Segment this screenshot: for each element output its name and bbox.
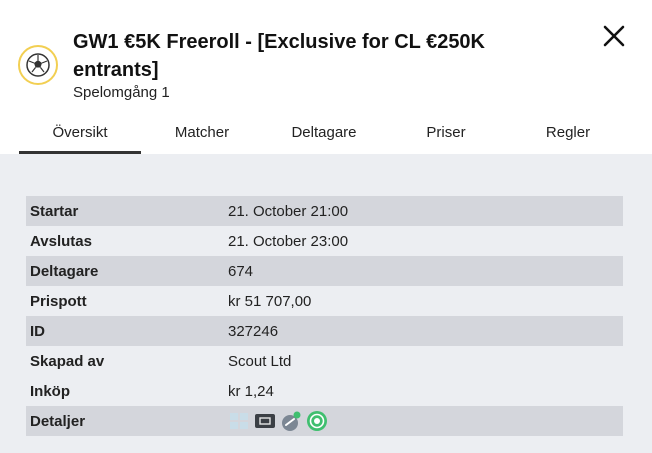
tab-deltagare[interactable]: Deltagare — [263, 118, 385, 154]
details-value: 21. October 23:00 — [228, 232, 349, 250]
tab-oversikt[interactable]: Översikt — [19, 118, 141, 154]
close-icon — [603, 25, 625, 47]
tab-bar: Översikt Matcher Deltagare Priser Regler — [19, 118, 630, 154]
details-value: 21. October 21:00 — [228, 202, 349, 220]
contest-header: GW1 €5K Freeroll - [Exclusive for CL €25… — [0, 0, 652, 154]
details-key: Inköp — [30, 382, 70, 400]
details-row-deltagare: Deltagare 674 — [26, 256, 623, 286]
close-button[interactable] — [600, 22, 628, 50]
details-key: Deltagare — [30, 262, 99, 280]
details-row-startar: Startar 21. October 21:00 — [26, 196, 623, 226]
page-title: GW1 €5K Freeroll - [Exclusive for CL €25… — [73, 31, 486, 81]
tab-priser[interactable]: Priser — [385, 118, 507, 154]
details-value: kr 1,24 — [228, 382, 274, 400]
details-table: Startar 21. October 21:00 Avslutas 21. O… — [26, 196, 623, 436]
grid-icon[interactable] — [228, 410, 250, 432]
details-row-skapad-av: Skapad av Scout Ltd — [26, 346, 623, 376]
details-value: kr 51 707,00 — [228, 292, 312, 310]
details-key: Startar — [30, 202, 79, 220]
soccer-ball-icon — [18, 45, 58, 85]
details-key: Skapad av — [30, 352, 105, 370]
screen-icon[interactable] — [254, 410, 276, 432]
details-value: 674 — [228, 262, 254, 280]
details-row-id: ID 327246 — [26, 316, 623, 346]
details-row-inkop: Inköp kr 1,24 — [26, 376, 623, 406]
tab-matcher[interactable]: Matcher — [141, 118, 263, 154]
overview-panel: Startar 21. October 21:00 Avslutas 21. O… — [0, 154, 652, 453]
details-value: 327246 — [228, 322, 279, 340]
tab-regler[interactable]: Regler — [507, 118, 629, 154]
target-icon[interactable] — [306, 410, 328, 432]
details-value: Scout Ltd — [228, 352, 292, 370]
details-row-prispott: Prispott kr 51 707,00 — [26, 286, 623, 316]
details-key: Prispott — [30, 292, 87, 310]
details-row-detaljer: Detaljer — [26, 406, 623, 436]
details-icons — [228, 410, 328, 432]
details-key: ID — [30, 322, 45, 340]
details-key: Detaljer — [30, 412, 86, 430]
page-subtitle: Spelomgång 1 — [73, 84, 170, 101]
link-badge-icon[interactable] — [280, 410, 302, 432]
details-key: Avslutas — [30, 232, 92, 250]
details-row-avslutas: Avslutas 21. October 23:00 — [26, 226, 623, 256]
